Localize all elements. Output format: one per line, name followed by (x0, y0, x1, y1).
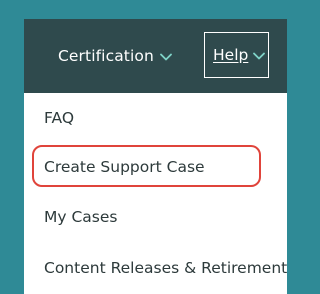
help-menu-button[interactable]: Help (204, 32, 269, 78)
menu-item-content-releases-retirements[interactable]: Content Releases & Retirements (44, 258, 288, 278)
chevron-down-icon (159, 53, 172, 61)
certification-label: Certification (58, 47, 154, 65)
right-edge-strip (287, 19, 291, 294)
help-label: Help (213, 46, 249, 64)
dropdown-panel: Certification Help FAQ Create Support Ca… (24, 19, 288, 294)
chevron-down-icon (253, 52, 266, 60)
menu-item-my-cases[interactable]: My Cases (44, 207, 117, 227)
menu-item-create-support-case[interactable]: Create Support Case (44, 157, 205, 177)
top-nav-bar: Certification Help (24, 19, 288, 93)
menu-item-faq[interactable]: FAQ (44, 108, 74, 128)
certification-menu-button[interactable]: Certification (58, 46, 172, 66)
